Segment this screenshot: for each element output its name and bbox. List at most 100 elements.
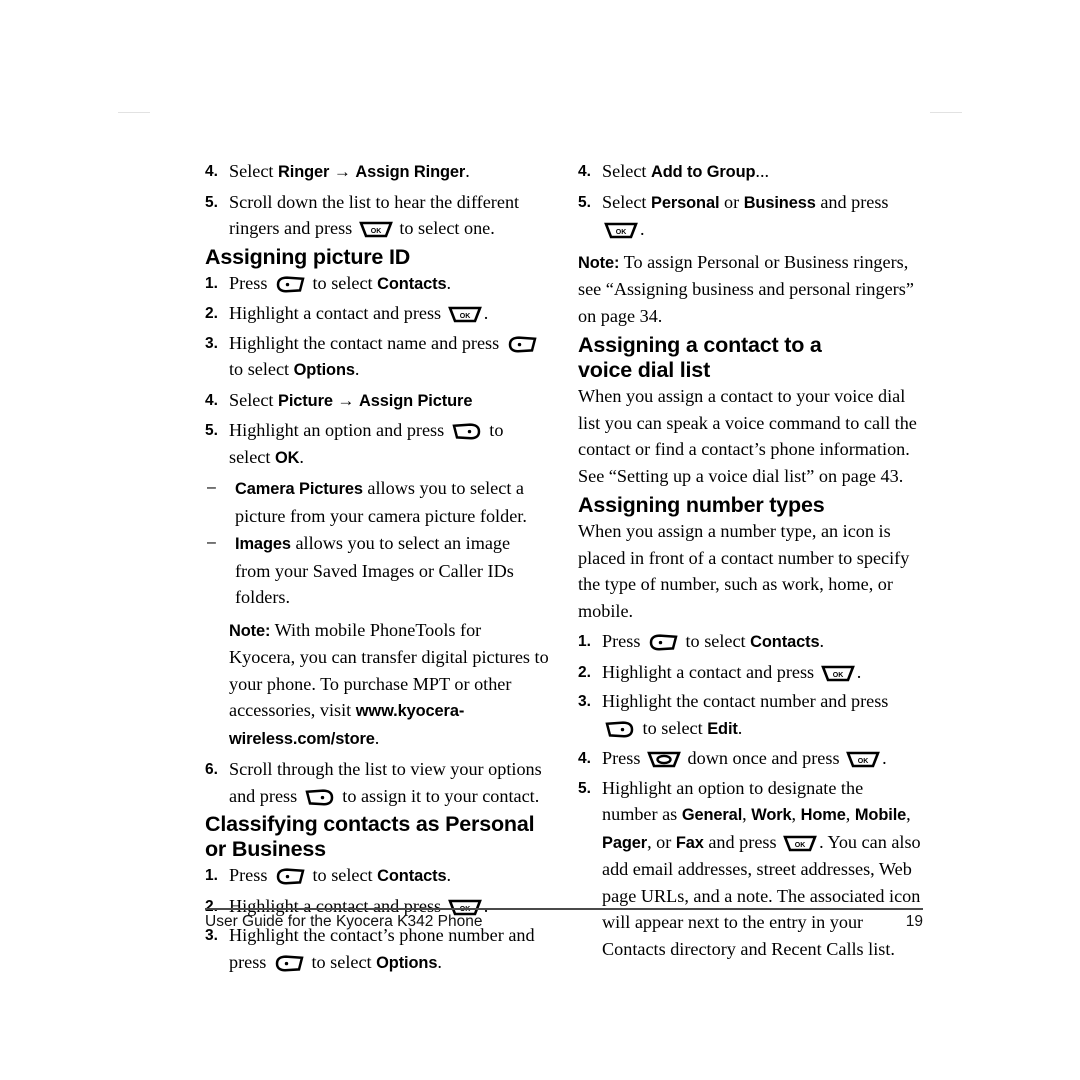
step-number: 4.	[578, 750, 591, 767]
ui-label: Picture	[278, 391, 333, 410]
ui-label: Options	[376, 953, 438, 972]
left-softkey-icon	[274, 275, 306, 293]
right-softkey-icon	[304, 788, 336, 806]
ui-label: Work	[751, 806, 792, 824]
arrow-icon: →	[333, 162, 351, 181]
right-softkey-icon	[451, 423, 483, 440]
ui-label: Camera Pictures	[235, 480, 363, 498]
dash-bullet-icon: –	[207, 479, 216, 496]
right-continued-steps: 4. Select Add to Group... 5. Select Persona…	[578, 158, 923, 243]
step-number: 2.	[578, 663, 591, 681]
ok-key-icon: OK	[604, 222, 638, 239]
ui-label: Edit	[707, 719, 738, 738]
step-text: Scroll down the list to hear the differe…	[229, 191, 520, 239]
number-types-paragraph: When you assign a number type, an icon i…	[578, 521, 910, 621]
step-number: 5.	[205, 193, 218, 211]
ui-label: General	[681, 806, 743, 824]
step-text: Select Add to Group...	[602, 161, 770, 181]
step-text: Highlight an option to designate the num…	[602, 777, 921, 959]
numbered-step: 5. Highlight an option and press to selec…	[205, 417, 549, 471]
numbered-step: 5. Select Personal or Business and press …	[578, 189, 923, 243]
svg-text:OK: OK	[616, 229, 627, 236]
svg-text:OK: OK	[832, 672, 843, 679]
step-number: 2.	[205, 305, 218, 322]
ui-label: Contacts	[750, 633, 820, 651]
note-text: With mobile PhoneTools for Kyocera, you …	[229, 619, 549, 748]
ui-label: OK	[274, 448, 300, 467]
ok-key-icon: OK	[358, 221, 393, 238]
ui-label: Images	[235, 535, 291, 553]
svg-text:OK: OK	[858, 758, 869, 765]
ui-label: Add to Group	[651, 163, 756, 181]
svg-text:OK: OK	[371, 228, 382, 235]
ui-label: Options	[293, 361, 355, 379]
number-types-steps: 1. Press to select Contacts. 2. Highlight a…	[578, 628, 923, 962]
footer-rule	[205, 908, 923, 910]
step-text: Press to select Contacts.	[229, 272, 452, 293]
group-assign-note: Note: To assign Personal or Business rin…	[578, 249, 923, 330]
dash-bullet-icon: –	[207, 534, 216, 551]
ui-label: Mobile	[854, 806, 907, 824]
ui-label: Business	[743, 193, 816, 212]
ui-label: www.kyocera-wireless.com/store	[229, 702, 465, 748]
ok-key-icon: OK	[846, 751, 880, 768]
left-softkey-icon	[273, 954, 305, 972]
numbered-step: 1. Press to select Contacts.	[205, 862, 549, 890]
crop-mark-right	[930, 112, 962, 113]
numbered-step: 5. Highlight an option to designate the n…	[578, 775, 923, 963]
document-page: 4. Select Ringer → Assign Ringer. 5. Scroll…	[0, 0, 1080, 1080]
step-text: Highlight a contact and press OK.	[602, 661, 862, 682]
step-number: 1.	[205, 274, 218, 292]
picture-id-sub-items: – Camera Pictures allows you to select a …	[205, 475, 549, 611]
step-number: 4.	[205, 163, 218, 180]
heading-assigning-number-types: Assigning number types	[578, 493, 825, 517]
ui-label: Assign Picture	[358, 391, 473, 410]
numbered-step: 6. Scroll through the list to view your o…	[205, 756, 549, 809]
left-softkey-icon	[647, 634, 679, 651]
numbered-step: 2. Highlight a contact and press OK.	[205, 300, 549, 327]
svg-text:OK: OK	[459, 313, 470, 320]
step-number: 5.	[578, 779, 591, 797]
numbered-step: 2. Highlight a contact and press OK.	[578, 659, 923, 686]
step-number: 4.	[205, 391, 218, 409]
ui-label: Contacts	[377, 867, 447, 885]
ok-key-icon: OK	[783, 835, 817, 852]
step-text: Highlight a contact and press OK.	[229, 303, 489, 323]
numbered-step: 1. Press to select Contacts.	[205, 270, 549, 298]
page-footer: User Guide for the Kyocera K342 Phone 19	[205, 913, 923, 931]
left-softkey-icon	[274, 868, 306, 885]
right-softkey-icon	[604, 720, 636, 738]
step-text: Highlight the contact number and press t…	[602, 691, 889, 738]
step-number: 5.	[578, 193, 591, 211]
footer-title: User Guide for the Kyocera K342 Phone	[205, 913, 483, 930]
svg-text:OK: OK	[795, 842, 806, 849]
step-number: 4.	[578, 163, 591, 180]
left-column: 4. Select Ringer → Assign Ringer. 5. Scroll…	[205, 158, 549, 979]
step-text: Highlight the contact’s phone number and…	[229, 925, 535, 972]
heading-assigning-picture-id: Assigning picture ID	[205, 244, 411, 269]
ui-label: Personal	[651, 193, 720, 212]
step-text: Highlight the contact name and press to …	[229, 333, 540, 379]
heading-voice-dial-line2: voice dial list	[578, 358, 711, 382]
step-number: 3.	[578, 693, 591, 710]
ui-label: Ringer	[278, 163, 330, 181]
step-number: 6.	[205, 761, 218, 778]
step-text: Press to select Contacts.	[602, 631, 825, 651]
numbered-step: 4. Select Add to Group...	[578, 158, 923, 186]
step-text: Press to select Contacts.	[229, 865, 452, 885]
numbered-step: 4. Select Picture → Assign Picture	[205, 387, 549, 415]
ok-key-icon: OK	[820, 665, 855, 682]
ui-label: Pager	[602, 833, 648, 852]
step-number: 1.	[578, 633, 591, 650]
left-softkey-icon	[506, 335, 538, 353]
picture-id-final-step: 6. Scroll through the list to view your o…	[205, 756, 549, 809]
note-label: Note:	[229, 621, 271, 640]
navigation-key-icon	[647, 751, 681, 768]
picture-id-steps: 1. Press to select Contacts. 2. Highlight a…	[205, 270, 549, 472]
ok-key-icon: OK	[447, 306, 482, 323]
step-text: Select Ringer → Assign Ringer.	[229, 161, 470, 181]
footer-page-number: 19	[905, 913, 923, 930]
step-text: Press down once and press OK.	[602, 748, 887, 768]
numbered-step: 4. Press down once and press OK.	[578, 745, 923, 772]
step-text: Highlight an option and press to select …	[229, 420, 504, 467]
